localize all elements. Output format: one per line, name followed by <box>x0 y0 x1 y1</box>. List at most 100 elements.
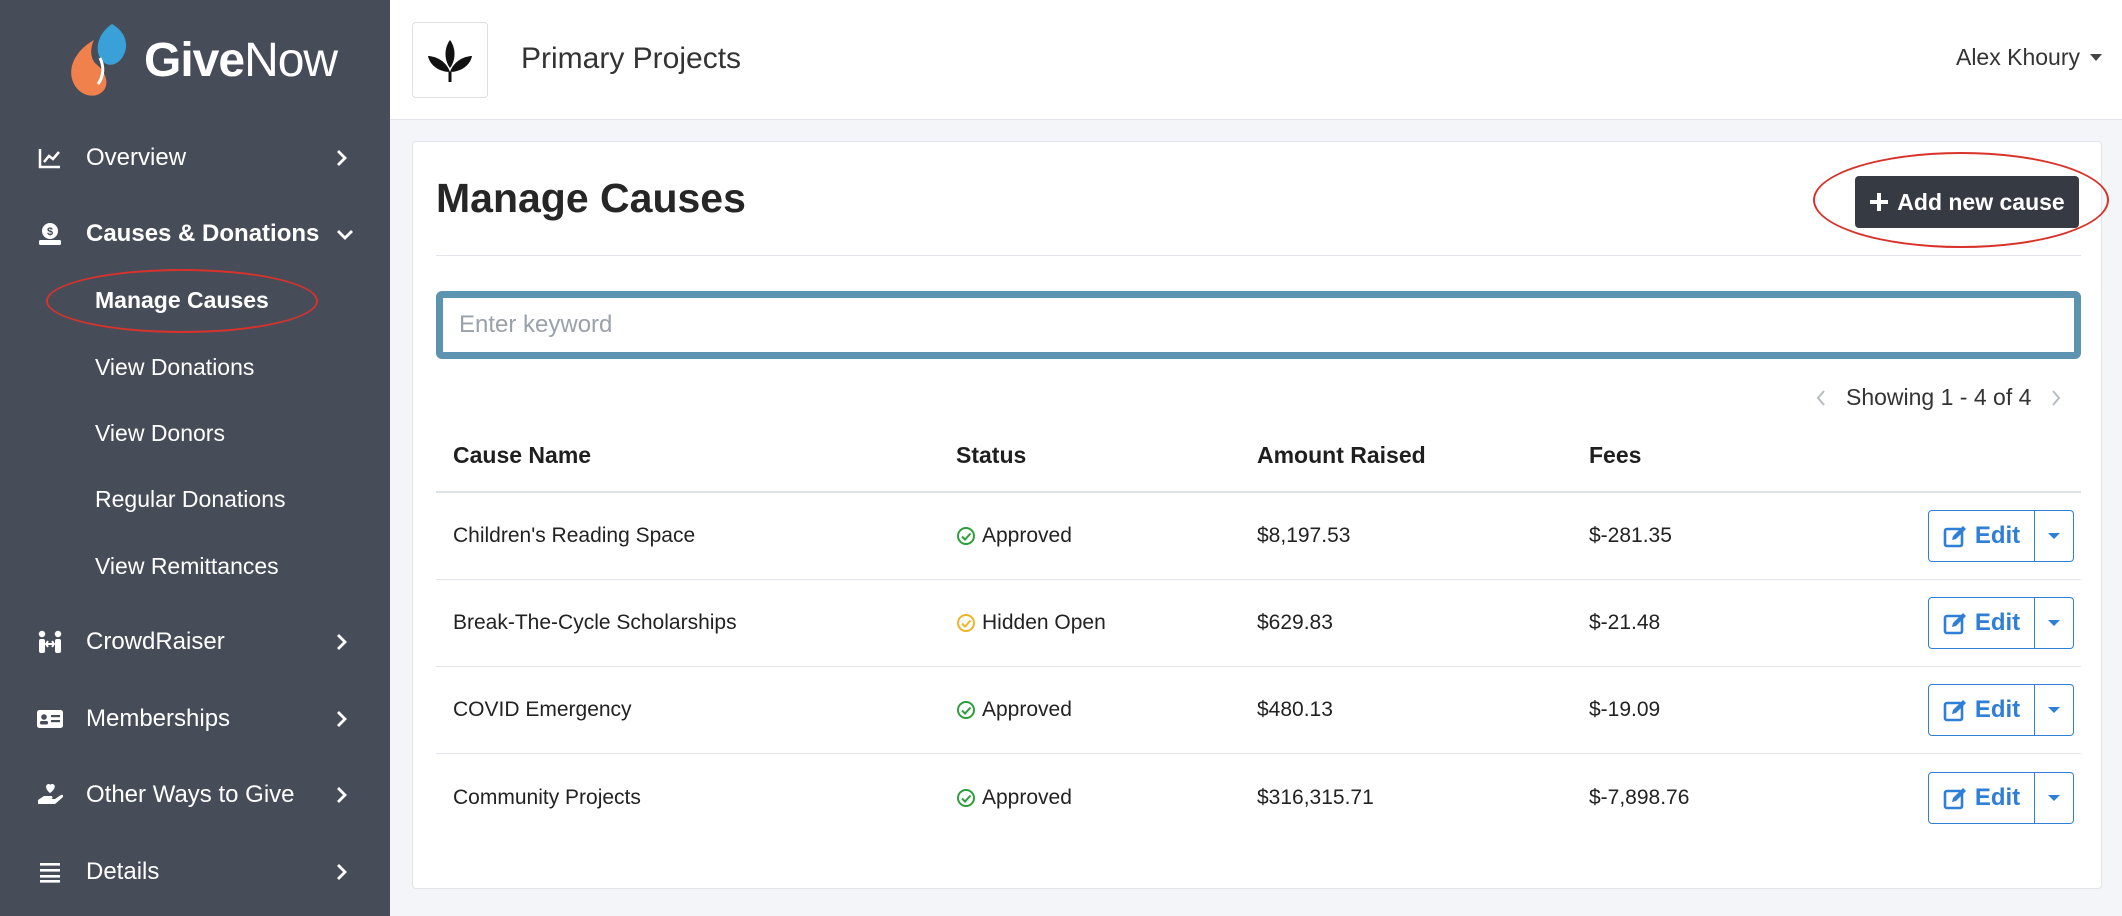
table-row: Children's Reading Space Approved $8,197… <box>436 493 2081 580</box>
status-cell: Approved <box>956 524 1072 548</box>
status-label: Approved <box>982 524 1072 547</box>
givenow-logo[interactable]: GiveNow <box>64 20 338 100</box>
sidebar-item-label: CrowdRaiser <box>86 628 225 655</box>
edit-label: Edit <box>1974 696 2021 723</box>
cause-name-cell[interactable]: Community Projects <box>453 786 641 810</box>
hand-holding-heart-icon <box>36 781 64 809</box>
svg-text:$: $ <box>47 226 53 238</box>
search-input[interactable] <box>443 298 2074 352</box>
edit-button-group: Edit <box>1928 597 2074 649</box>
status-label: Approved <box>982 698 1072 721</box>
pagination-text: Showing 1 - 4 of 4 <box>1846 384 2032 410</box>
table-row: COVID Emergency Approved $480.13 $-19.09… <box>436 667 2081 754</box>
people-arrows-icon <box>36 628 64 656</box>
column-header-cause-name[interactable]: Cause Name <box>453 442 591 469</box>
chevron-right-icon <box>330 147 352 169</box>
column-header-fees[interactable]: Fees <box>1589 442 1641 469</box>
edit-dropdown-toggle[interactable] <box>2035 771 2074 824</box>
chevron-right-icon <box>330 784 352 806</box>
sidebar-subitem-view-donations[interactable]: View Donations <box>95 354 254 381</box>
sidebar-item-label: Overview <box>86 144 187 171</box>
edit-icon <box>1943 526 1966 548</box>
status-label: Approved <box>982 785 1072 809</box>
prev-page-icon[interactable] <box>1810 389 1832 407</box>
amount-raised-cell: $316,315.71 <box>1257 785 1374 809</box>
status-cell: Approved <box>956 698 1072 722</box>
donate-icon: $ <box>36 220 64 248</box>
check-circle-icon <box>957 701 975 719</box>
caret-down-icon <box>2090 54 2102 61</box>
amount-raised-cell: $8,197.53 <box>1257 524 1351 547</box>
user-menu[interactable]: Alex Khoury <box>1956 44 2102 71</box>
fees-cell: $-21.48 <box>1589 611 1661 634</box>
sidebar-subitem-view-remittances[interactable]: View Remittances <box>95 553 279 580</box>
sidebar-item-other-ways-to-give[interactable]: Other Ways to Give <box>0 767 390 823</box>
edit-icon <box>1943 787 1966 809</box>
column-header-amount-raised[interactable]: Amount Raised <box>1257 442 1426 469</box>
edit-dropdown-toggle[interactable] <box>2035 684 2074 736</box>
add-new-cause-label: Add new cause <box>1897 188 2065 215</box>
edit-label: Edit <box>1974 609 2021 636</box>
caret-down-icon <box>2048 707 2060 713</box>
sidebar-item-overview[interactable]: Overview <box>0 130 390 186</box>
chevron-right-icon <box>330 861 352 883</box>
edit-icon <box>1943 700 1966 722</box>
org-logo[interactable] <box>412 22 488 98</box>
cause-name-cell[interactable]: Children's Reading Space <box>453 524 695 548</box>
manage-causes-card: Manage Causes Add new cause Showing 1 - … <box>412 141 2109 889</box>
status-cell: Hidden Open <box>956 611 1106 635</box>
edit-dropdown-toggle[interactable] <box>2035 510 2074 562</box>
edit-button-group: Edit <box>1928 771 2074 824</box>
status-label: Hidden Open <box>982 611 1106 634</box>
pagination: Showing 1 - 4 of 4 <box>1810 384 2067 411</box>
plus-icon <box>1870 193 1889 211</box>
chevron-down-icon <box>334 223 356 245</box>
table-row: Break-The-Cycle Scholarships Hidden Open… <box>436 580 2081 667</box>
status-cell: Approved <box>956 786 1072 810</box>
fees-cell: $-281.35 <box>1589 524 1672 547</box>
edit-button[interactable]: Edit <box>1928 510 2035 562</box>
list-icon <box>36 858 64 886</box>
sidebar-item-crowdraiser[interactable]: CrowdRaiser <box>0 614 390 670</box>
edit-button[interactable]: Edit <box>1928 684 2035 736</box>
id-card-icon <box>36 705 64 733</box>
sidebar-subitem-view-donors[interactable]: View Donors <box>95 420 225 447</box>
sidebar-subitem-regular-donations[interactable]: Regular Donations <box>95 486 286 513</box>
search-box <box>436 291 2081 359</box>
add-new-cause-button[interactable]: Add new cause <box>1855 176 2079 228</box>
edit-button[interactable]: Edit <box>1928 771 2035 824</box>
sidebar-item-label: Other Ways to Give <box>86 781 295 808</box>
sidebar-item-label: Causes & Donations <box>86 220 320 247</box>
check-circle-icon <box>957 788 975 807</box>
check-circle-icon <box>957 614 975 632</box>
edit-dropdown-toggle[interactable] <box>2035 597 2074 649</box>
cause-name-cell[interactable]: Break-The-Cycle Scholarships <box>453 611 737 635</box>
edit-button[interactable]: Edit <box>1928 597 2035 649</box>
edit-label: Edit <box>1974 783 2021 811</box>
amount-raised-cell: $480.13 <box>1257 698 1333 721</box>
sidebar-item-details[interactable]: Details <box>0 844 390 900</box>
top-header: Primary Projects Alex Khoury <box>390 0 2122 120</box>
chart-line-icon <box>36 144 64 172</box>
sidebar-item-label: Details <box>86 858 160 885</box>
column-header-status[interactable]: Status <box>956 442 1026 469</box>
edit-button-group: Edit <box>1928 684 2074 736</box>
sidebar-item-causes-donations[interactable]: $ Causes & Donations <box>0 206 390 262</box>
caret-down-icon <box>2048 533 2060 539</box>
edit-icon <box>1943 613 1966 635</box>
table-row: Community Projects Approved $316,315.71 … <box>436 754 2081 841</box>
sidebar-item-memberships[interactable]: Memberships <box>0 691 390 747</box>
chevron-right-icon <box>330 631 352 653</box>
next-page-icon[interactable] <box>2045 389 2067 407</box>
cause-name-cell[interactable]: COVID Emergency <box>453 698 632 722</box>
leaf-sprout-icon <box>428 40 472 82</box>
divider <box>436 255 2081 256</box>
sidebar: GiveNow Overview $ Causes & Donations Ma… <box>0 0 390 916</box>
edit-label: Edit <box>1974 522 2021 549</box>
caret-down-icon <box>2048 794 2060 801</box>
sidebar-subitem-manage-causes[interactable]: Manage Causes <box>95 287 269 314</box>
sidebar-item-label: Memberships <box>86 705 231 732</box>
amount-raised-cell: $629.83 <box>1257 611 1333 634</box>
fees-cell: $-19.09 <box>1589 698 1661 721</box>
chevron-right-icon <box>330 708 352 730</box>
